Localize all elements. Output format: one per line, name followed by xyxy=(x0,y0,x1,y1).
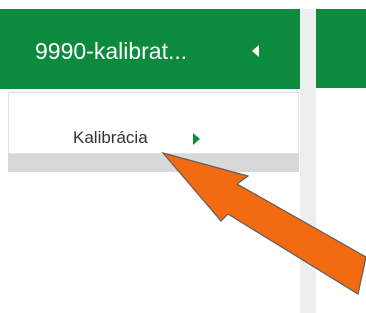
left-panel: 9990-kalibrat... Kalibrácia xyxy=(0,9,300,172)
caret-right-icon xyxy=(193,133,200,145)
menu-item-kalibracia[interactable]: Kalibrácia xyxy=(8,92,299,154)
right-header-fragment xyxy=(316,9,366,88)
header-title: 9990-kalibrat... xyxy=(35,38,188,64)
screen: 9990-kalibrat... Kalibrácia xyxy=(0,0,366,313)
app-header: 9990-kalibrat... xyxy=(0,9,300,89)
menu-item-label: Kalibrácia xyxy=(73,128,148,147)
panel-bottom-strip xyxy=(8,154,299,172)
orange-arrow-icon xyxy=(161,151,366,295)
caret-left-icon[interactable] xyxy=(252,45,259,57)
divider-column xyxy=(300,9,316,313)
